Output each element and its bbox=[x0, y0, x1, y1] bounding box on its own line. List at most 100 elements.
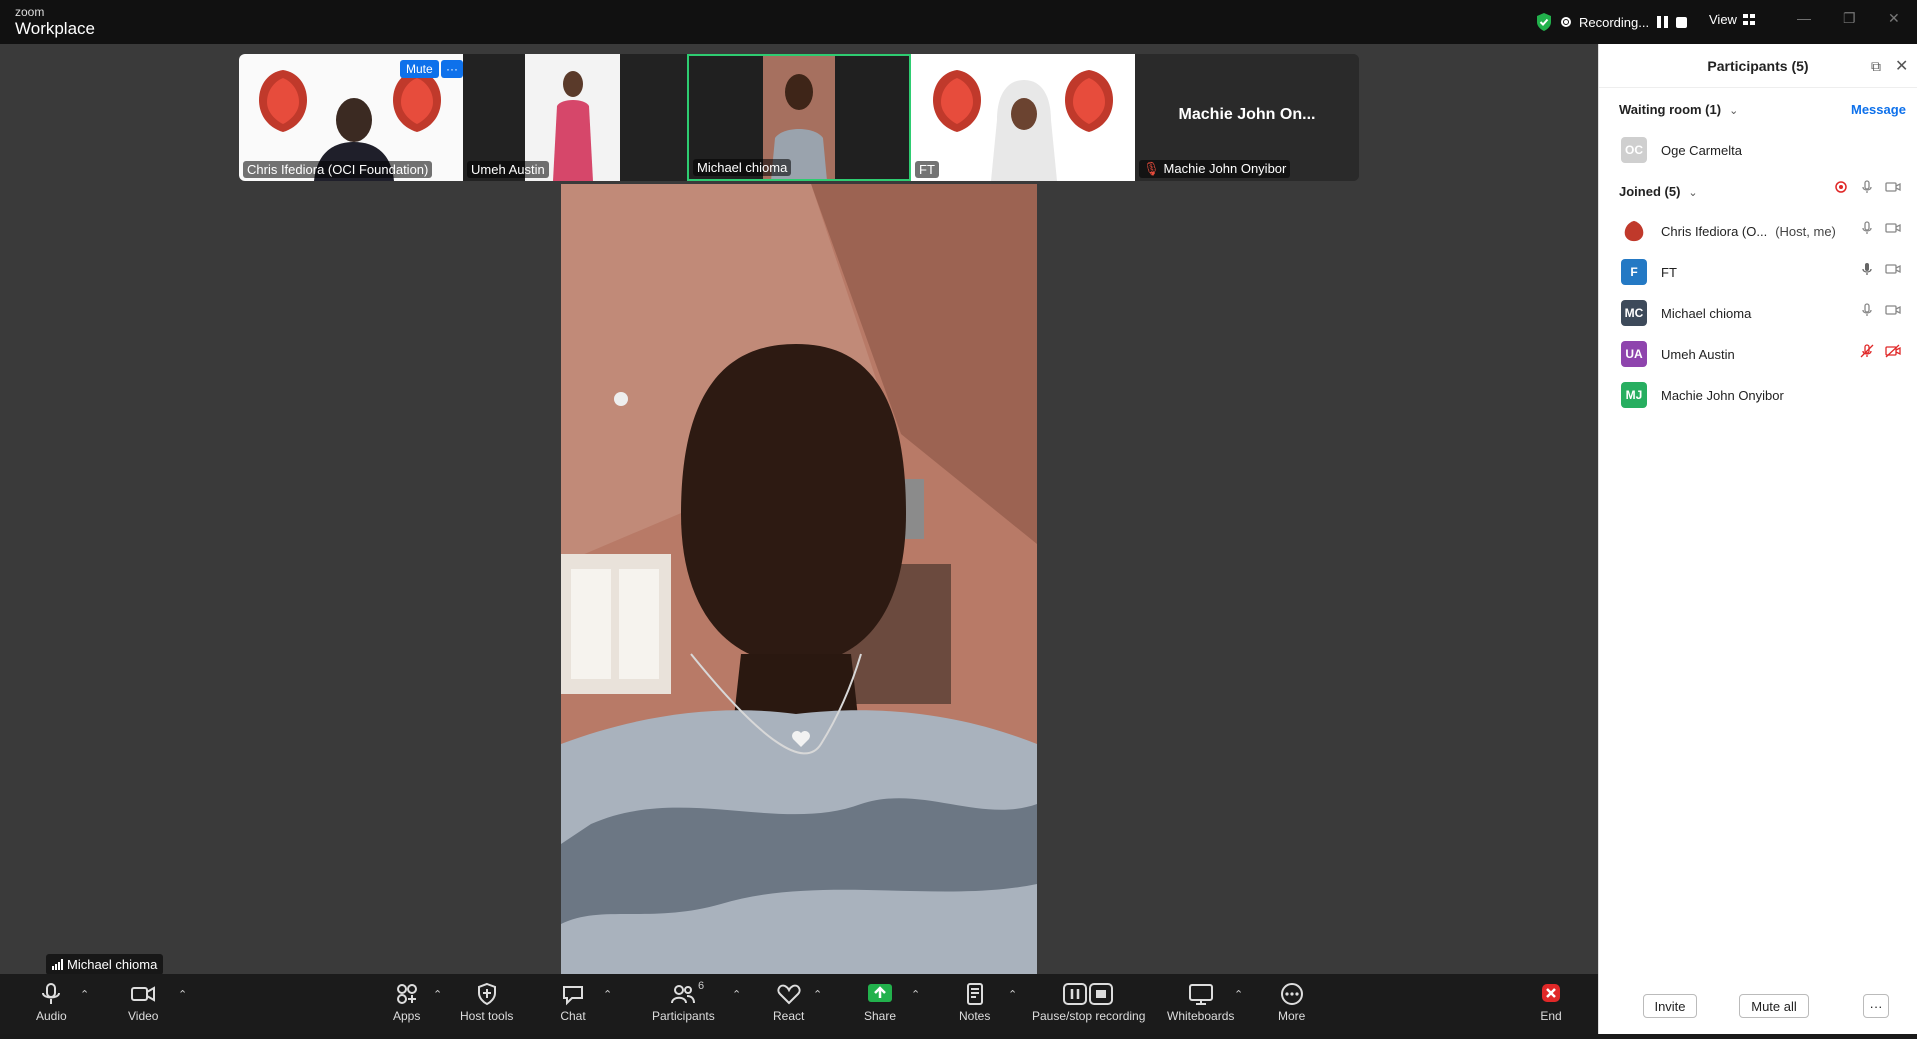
avatar bbox=[1621, 218, 1647, 244]
avatar: MJ bbox=[1621, 382, 1647, 408]
end-meeting-button[interactable]: End bbox=[1538, 982, 1564, 1023]
waiting-room-label: Waiting room (1) bbox=[1619, 102, 1722, 117]
participants-icon bbox=[671, 985, 696, 1004]
joined-header[interactable]: Joined (5) ⌄ bbox=[1619, 184, 1698, 199]
participant-name: Michael chioma bbox=[1661, 305, 1752, 321]
tile-more-button[interactable]: ··· bbox=[441, 60, 463, 78]
apps-options-chevron-icon[interactable]: ⌃ bbox=[433, 988, 442, 1001]
meeting-toolbar: Audio ⌃ Video ⌃ Apps ⌃ Host tools Chat ⌃… bbox=[0, 974, 1598, 1034]
share-options-chevron-icon[interactable]: ⌃ bbox=[911, 988, 920, 1001]
security-shield-icon[interactable] bbox=[1535, 12, 1553, 32]
chat-label: Chat bbox=[560, 1009, 586, 1023]
tile-name-label: Umeh Austin bbox=[467, 161, 549, 178]
recording-indicator: Recording... bbox=[1535, 12, 1688, 32]
participants-options-chevron-icon[interactable]: ⌃ bbox=[732, 988, 741, 1001]
chevron-down-icon: ⌄ bbox=[1688, 187, 1698, 199]
microphone-icon[interactable] bbox=[1859, 179, 1875, 195]
host-tools-button[interactable]: Host tools bbox=[460, 982, 513, 1023]
camera-icon bbox=[131, 986, 156, 1002]
apps-label: Apps bbox=[393, 1009, 421, 1023]
stop-recording-icon[interactable] bbox=[1676, 16, 1688, 28]
active-speaker-video[interactable] bbox=[561, 184, 1037, 974]
camera-icon[interactable] bbox=[1885, 220, 1901, 236]
video-label: Video bbox=[128, 1009, 159, 1023]
participant-name: Chris Ifediora (O... bbox=[1661, 223, 1768, 239]
react-button[interactable]: React bbox=[773, 982, 804, 1023]
camera-off-icon[interactable] bbox=[1885, 343, 1901, 359]
video-tile-machie[interactable]: Machie John On... 🎙 Machie John Onyibor bbox=[1135, 54, 1359, 181]
apps-button[interactable]: Apps bbox=[393, 982, 420, 1023]
heart-icon bbox=[777, 984, 801, 1005]
view-label: View bbox=[1709, 12, 1737, 27]
chevron-down-icon: ⌄ bbox=[1729, 105, 1739, 117]
notes-button[interactable]: Notes bbox=[959, 982, 990, 1023]
participant-video-ft bbox=[991, 80, 1057, 181]
view-button[interactable]: View bbox=[1709, 12, 1755, 27]
close-window-icon[interactable]: ✕ bbox=[1888, 10, 1900, 27]
camera-icon[interactable] bbox=[1885, 179, 1901, 195]
zoom-workplace-logo: zoom Workplace bbox=[15, 6, 95, 37]
participant-status-icons bbox=[1859, 302, 1901, 318]
notes-options-chevron-icon[interactable]: ⌃ bbox=[1008, 988, 1017, 1001]
video-tile-michael[interactable]: Michael chioma bbox=[687, 54, 911, 181]
shield-icon bbox=[477, 982, 496, 1006]
video-button[interactable]: Video bbox=[128, 982, 158, 1023]
audio-button[interactable]: Audio bbox=[36, 982, 67, 1023]
avatar: F bbox=[1621, 259, 1647, 285]
video-thumbnail-strip: Mute ··· Chris Ifediora (OCI Foundation)… bbox=[239, 54, 1359, 181]
avatar: UA bbox=[1621, 341, 1647, 367]
mic-muted-icon: 🎙 bbox=[1143, 161, 1160, 176]
popout-icon[interactable]: ⧉ bbox=[1871, 58, 1881, 75]
participants-panel-title: Participants (5) bbox=[1599, 44, 1917, 88]
waiting-room-header[interactable]: Waiting room (1) ⌄ bbox=[1619, 102, 1738, 117]
camera-icon[interactable] bbox=[1885, 302, 1901, 318]
video-tile-ft[interactable]: FT bbox=[911, 54, 1135, 181]
mute-all-button[interactable]: Mute all bbox=[1739, 994, 1809, 1018]
share-screen-icon bbox=[868, 984, 893, 1002]
microphone-muted-icon[interactable] bbox=[1859, 343, 1875, 359]
react-options-chevron-icon[interactable]: ⌃ bbox=[813, 988, 822, 1001]
share-button[interactable]: Share bbox=[864, 982, 896, 1023]
logo-big-text: Workplace bbox=[15, 19, 95, 38]
pause-recording-icon[interactable] bbox=[1657, 16, 1669, 28]
video-options-chevron-icon[interactable]: ⌃ bbox=[178, 988, 187, 1001]
invite-button[interactable]: Invite bbox=[1643, 994, 1697, 1018]
video-tile-umeh[interactable]: Umeh Austin bbox=[463, 54, 687, 181]
pause-stop-recording-button[interactable]: Pause/stop recording bbox=[1032, 982, 1145, 1023]
restore-icon[interactable]: ❐ bbox=[1843, 10, 1856, 27]
audio-options-chevron-icon[interactable]: ⌃ bbox=[80, 988, 89, 1001]
microphone-icon[interactable] bbox=[1859, 302, 1875, 318]
chat-bubble-icon bbox=[563, 986, 583, 1006]
microphone-active-icon[interactable] bbox=[1859, 261, 1875, 277]
microphone-icon[interactable] bbox=[1859, 220, 1875, 236]
participants-button[interactable]: Participants bbox=[652, 982, 715, 1023]
message-waiting-room-link[interactable]: Message bbox=[1851, 102, 1906, 117]
camera-icon[interactable] bbox=[1885, 261, 1901, 277]
whiteboards-options-chevron-icon[interactable]: ⌃ bbox=[1234, 988, 1243, 1001]
avatar: MC bbox=[1621, 300, 1647, 326]
chat-options-chevron-icon[interactable]: ⌃ bbox=[603, 988, 612, 1001]
chat-button[interactable]: Chat bbox=[560, 982, 586, 1023]
oci-foundation-emblem-icon bbox=[933, 70, 981, 132]
video-tile-chris[interactable]: Mute ··· Chris Ifediora (OCI Foundation) bbox=[239, 54, 463, 181]
waiting-participant-row[interactable]: OC Oge Carmelta bbox=[1621, 137, 1911, 163]
apps-icon bbox=[396, 984, 417, 1004]
tile-name-label: Chris Ifediora (OCI Foundation) bbox=[243, 161, 433, 178]
participants-more-button[interactable]: ··· bbox=[1863, 994, 1889, 1018]
whiteboards-button[interactable]: Whiteboards bbox=[1167, 982, 1234, 1023]
end-label: End bbox=[1540, 1009, 1562, 1023]
recording-status-icon bbox=[1835, 181, 1847, 193]
oci-foundation-emblem-icon bbox=[1065, 70, 1113, 132]
more-button[interactable]: More bbox=[1278, 982, 1305, 1023]
minimize-icon[interactable]: — bbox=[1797, 10, 1811, 26]
more-dots-icon bbox=[1280, 983, 1303, 1005]
tile-name-text: Machie John Onyibor bbox=[1163, 161, 1287, 176]
participant-row[interactable]: MJ Machie John Onyibor bbox=[1621, 382, 1911, 408]
mute-button[interactable]: Mute bbox=[400, 60, 439, 78]
participant-role: (Host, me) bbox=[1775, 223, 1836, 239]
tile-name-label: FT bbox=[915, 161, 939, 178]
participant-status-icons bbox=[1859, 220, 1901, 236]
close-panel-icon[interactable]: ✕ bbox=[1895, 56, 1908, 76]
participants-label: Participants bbox=[652, 1009, 715, 1023]
logo-small-text: zoom bbox=[15, 5, 45, 19]
